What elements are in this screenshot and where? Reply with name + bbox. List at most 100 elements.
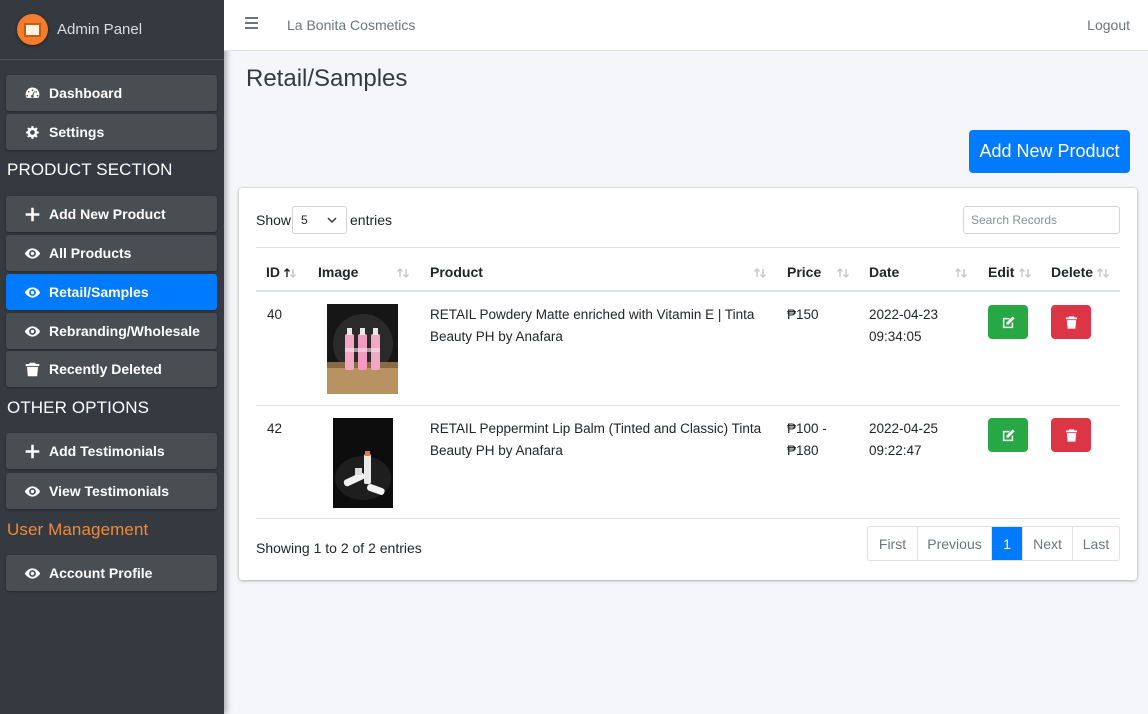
pagination-previous[interactable]: Previous	[918, 527, 992, 560]
logout-link[interactable]: Logout	[1087, 17, 1130, 33]
time-line: 09:34:05	[869, 329, 922, 344]
edit-icon	[1002, 315, 1015, 328]
show-label: Show	[256, 212, 292, 228]
date-line: 2022-04-25	[869, 421, 939, 436]
column-header-id[interactable]: ID	[266, 264, 280, 280]
sidebar-item-label: Settings	[49, 124, 105, 140]
cell-price: ₱150	[787, 304, 819, 326]
column-header-image[interactable]: Image	[318, 264, 358, 280]
brand-text: Admin Panel	[57, 21, 143, 38]
products-table-card: Show 5 entries ID Image Product Price Da…	[239, 188, 1137, 580]
sidebar-item-add-new-product[interactable]: Add New Product	[6, 196, 217, 232]
trash-icon	[1065, 428, 1077, 442]
trash-icon	[23, 360, 41, 378]
cell-product[interactable]: RETAIL Peppermint Lip Balm (Tinted and C…	[430, 418, 770, 462]
eye-icon	[23, 244, 41, 262]
pagination-next[interactable]: Next	[1023, 527, 1073, 560]
topbar: La Bonita Cosmetics Logout	[224, 0, 1148, 51]
page-size-select[interactable]: 5	[292, 206, 347, 234]
pagination-last[interactable]: Last	[1073, 527, 1119, 560]
sidebar-item-label: Recently Deleted	[49, 361, 162, 377]
search-input[interactable]	[963, 206, 1120, 234]
table-row: 42 RETAIL Peppermint Lip Balm (Tinted an…	[256, 406, 1120, 519]
sidebar-item-add-testimonials[interactable]: Add Testimonials	[6, 433, 217, 469]
cell-date: 2022-04-23 09:34:05	[869, 304, 938, 348]
trash-icon	[1065, 315, 1077, 329]
pagination: First Previous 1 Next Last	[867, 526, 1120, 561]
cell-product[interactable]: RETAIL Powdery Matte enriched with Vitam…	[430, 304, 770, 348]
plus-icon	[23, 442, 41, 460]
product-name-line: RETAIL Powdery Matte enriched with Vitam…	[430, 307, 755, 322]
date-line: 2022-04-23	[869, 307, 939, 322]
eye-icon	[23, 322, 41, 340]
column-header-price[interactable]: Price	[787, 264, 821, 280]
table-info: Showing 1 to 2 of 2 entries	[256, 540, 422, 556]
column-header-edit[interactable]: Edit	[988, 264, 1014, 280]
sort-icon[interactable]	[396, 266, 410, 280]
price-line: ₱150	[787, 307, 819, 322]
sidebar-item-label: View Testimonials	[49, 483, 170, 499]
hamburger-menu-icon[interactable]	[245, 17, 258, 29]
sidebar-item-dashboard[interactable]: Dashboard	[6, 75, 217, 111]
brand-logo	[17, 14, 48, 45]
chevron-down-icon	[327, 217, 337, 224]
sort-icon[interactable]	[836, 266, 850, 280]
page-size-value: 5	[301, 213, 308, 227]
sidebar-item-account-profile[interactable]: Account Profile	[6, 555, 217, 591]
section-header-other: OTHER OPTIONS	[7, 398, 150, 417]
sidebar: Admin Panel Dashboard Settings PRODUCT S…	[0, 0, 224, 714]
sidebar-item-label: Retail/Samples	[49, 284, 149, 300]
sort-icon[interactable]	[1018, 266, 1032, 280]
sidebar-item-settings[interactable]: Settings	[6, 114, 217, 150]
add-new-product-button[interactable]: Add New Product	[969, 130, 1130, 173]
eye-icon	[23, 482, 41, 500]
edit-button[interactable]	[988, 305, 1028, 339]
price-line: ₱100 -	[787, 421, 827, 436]
plus-icon	[23, 205, 41, 223]
sidebar-item-label: All Products	[49, 245, 132, 261]
column-header-delete[interactable]: Delete	[1051, 264, 1093, 280]
sort-icon[interactable]	[753, 266, 767, 280]
cell-date: 2022-04-25 09:22:47	[869, 418, 938, 462]
sort-asc-icon[interactable]	[283, 266, 297, 280]
column-header-date[interactable]: Date	[869, 264, 899, 280]
edit-button[interactable]	[988, 418, 1028, 452]
time-line: 09:22:47	[869, 443, 922, 458]
product-name-line: RETAIL Peppermint Lip Balm (Tinted and C…	[430, 421, 762, 436]
sidebar-item-recently-deleted[interactable]: Recently Deleted	[6, 351, 217, 387]
product-image[interactable]	[327, 304, 398, 394]
brand[interactable]: Admin Panel	[0, 0, 224, 60]
product-name-line: Beauty PH by Anafara	[430, 329, 563, 344]
sidebar-item-rebranding-wholesale[interactable]: Rebranding/Wholesale	[6, 313, 217, 349]
entries-label: entries	[350, 212, 393, 228]
sort-icon[interactable]	[954, 266, 968, 280]
table-header: ID Image Product Price Date Edit Delete	[256, 247, 1120, 292]
column-header-product[interactable]: Product	[430, 264, 483, 280]
page-title: Retail/Samples	[246, 65, 408, 92]
sort-icon[interactable]	[1096, 266, 1110, 280]
price-line: ₱180	[787, 443, 819, 458]
sidebar-item-retail-samples[interactable]: Retail/Samples	[6, 274, 217, 310]
gear-icon	[23, 123, 41, 141]
product-name-line: Beauty PH by Anafara	[430, 443, 563, 458]
cell-price: ₱100 - ₱180	[787, 418, 827, 462]
sidebar-item-view-testimonials[interactable]: View Testimonials	[6, 473, 217, 509]
section-header-product: PRODUCT SECTION	[7, 160, 173, 179]
product-image[interactable]	[333, 418, 393, 508]
delete-button[interactable]	[1051, 305, 1091, 339]
edit-icon	[1002, 428, 1015, 441]
section-header-user-management: User Management	[7, 520, 149, 539]
delete-button[interactable]	[1051, 418, 1091, 452]
sidebar-item-all-products[interactable]: All Products	[6, 235, 217, 271]
pagination-page-1[interactable]: 1	[992, 527, 1023, 560]
sidebar-item-label: Dashboard	[49, 85, 123, 101]
cell-id: 40	[267, 307, 283, 322]
table-row: 40 RETAIL Powdery Matte enriched with Vi…	[256, 292, 1120, 406]
cell-id: 42	[267, 421, 283, 436]
topbar-title[interactable]: La Bonita Cosmetics	[287, 17, 415, 33]
sidebar-item-label: Add New Product	[49, 206, 166, 222]
pagination-first[interactable]: First	[868, 527, 918, 560]
tachometer-icon	[23, 84, 41, 102]
sidebar-item-label: Rebranding/Wholesale	[49, 323, 200, 339]
eye-icon	[23, 283, 41, 301]
